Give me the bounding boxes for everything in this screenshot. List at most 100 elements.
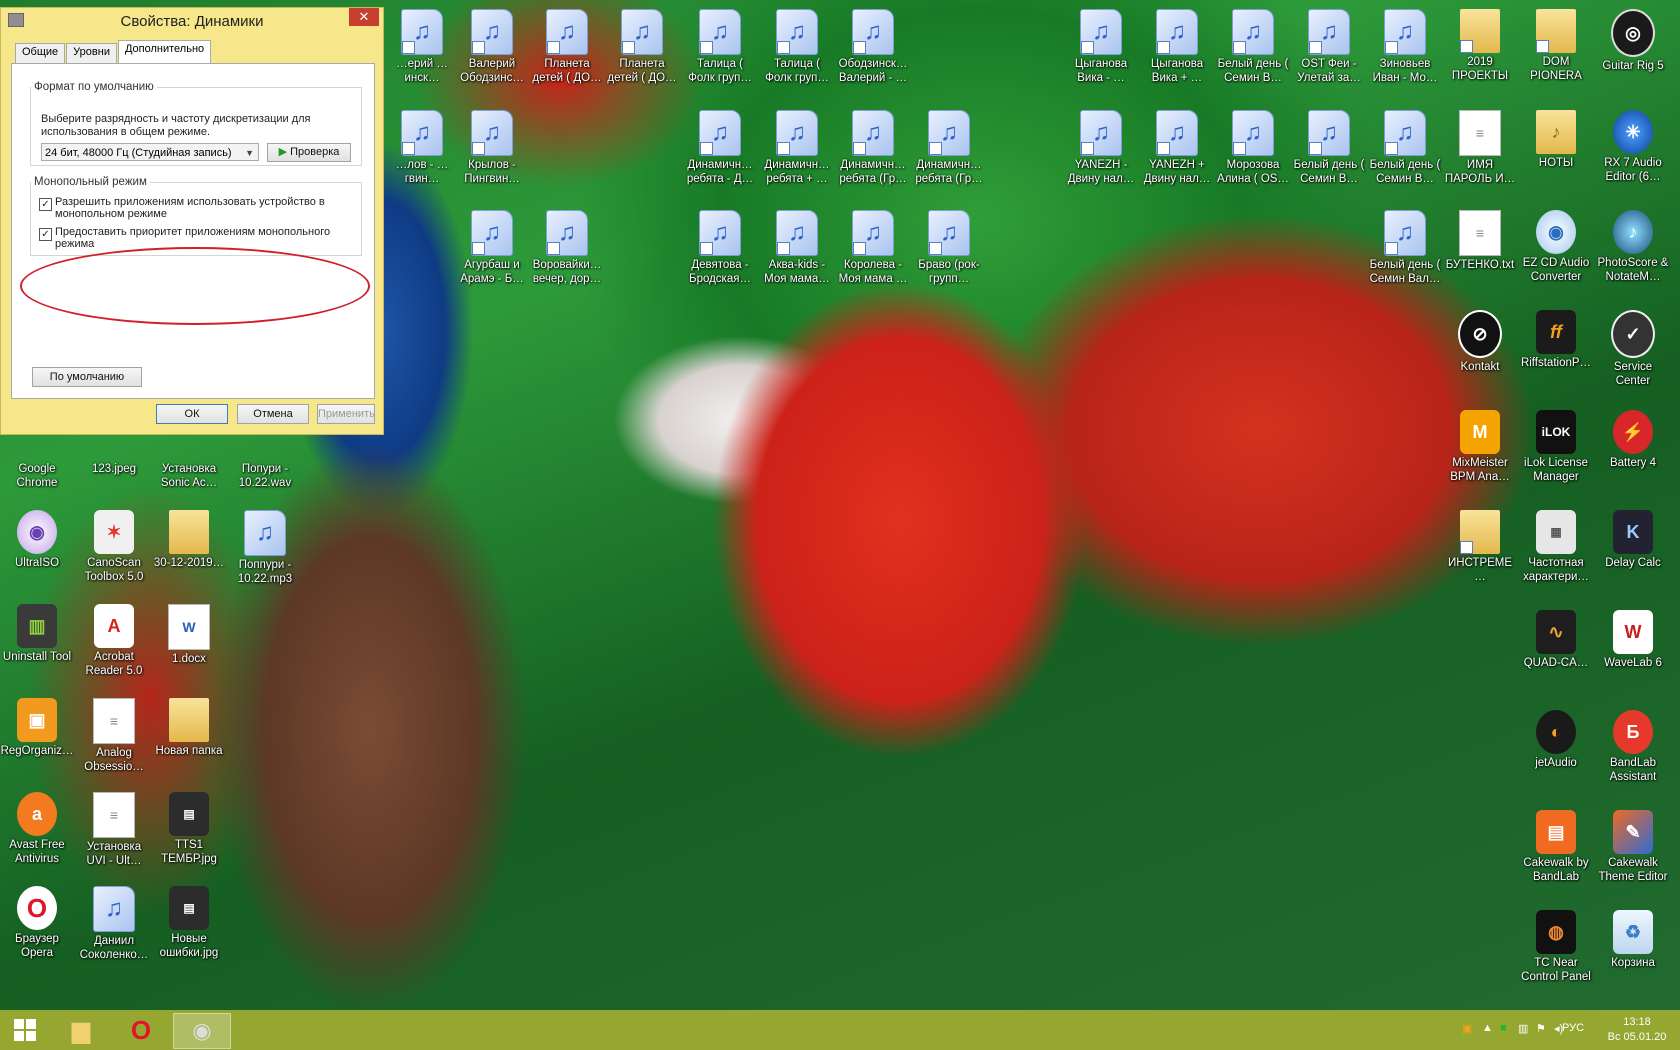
desktop-icon-talica-1[interactable]: ♫ Талица ( Фолк груп… <box>683 5 757 95</box>
desktop-icon-yanezh-1[interactable]: ♫ YANEZH - Двину нал… <box>1064 106 1138 196</box>
desktop-icon-ilok[interactable]: iLOK iLok License Manager <box>1519 406 1593 496</box>
desktop-icon-opera[interactable]: O Браузер Opera <box>0 882 74 972</box>
desktop-icon-planeta-1[interactable]: ♫ Планета детей ( ДО… <box>530 5 604 95</box>
desktop-icon-tts1[interactable]: ▤ TTS1 ТЕМБР.jpg <box>152 788 226 878</box>
desktop-icon-koroleva[interactable]: ♫ Королева - Моя мама … <box>836 206 910 296</box>
desktop-icon-tsyganova-1[interactable]: ♫ Цыганова Вика - … <box>1064 5 1138 95</box>
tray-app-icon[interactable]: ▣ <box>1462 1022 1472 1035</box>
format-select[interactable]: 24 бит, 48000 Гц (Студийная запись) ▼ <box>41 143 259 161</box>
desktop-icon-uvi[interactable]: ≡ Установка UVI - Ult… <box>77 788 151 878</box>
allow-exclusive-checkbox[interactable]: ✓ <box>39 198 52 211</box>
desktop-icon-imya-parol[interactable]: ≡ ИМЯ ПАРОЛЬ И… <box>1443 106 1517 196</box>
desktop-icon-recycle-bin[interactable]: ♻ Корзина <box>1596 906 1670 996</box>
desktop-icon-2019-proekty[interactable]: 2019 ПРОЕКТЫ <box>1443 5 1517 95</box>
desktop-icon-novaya-papka[interactable]: Новая папка <box>152 694 226 784</box>
audio-file-icon: ♫ <box>471 210 513 256</box>
priority-exclusive-checkbox[interactable]: ✓ <box>39 228 52 241</box>
desktop-icon-obodzinsk[interactable]: ♫ Ободзинск… Валерий - … <box>836 5 910 95</box>
desktop-icon-zinovev[interactable]: ♫ Зиновьев Иван - Мо… <box>1368 5 1442 95</box>
desktop-icon-ost-fei[interactable]: ♫ OST Феи - Улетай за… <box>1292 5 1366 95</box>
default-format-group: Формат по умолчанию Выберите разрядность… <box>30 81 362 166</box>
desktop-icon-dinamichnye-2[interactable]: ♫ Динамичн… ребята + … <box>760 106 834 196</box>
taskbar-file-explorer[interactable]: ▆ <box>53 1013 109 1047</box>
desktop-icon-uninstall-tool[interactable]: ▥ Uninstall Tool <box>0 600 74 690</box>
desktop-icon-belyy-den-1[interactable]: ♫ Белый день ( Семин В… <box>1216 5 1290 95</box>
desktop-icon-ez-cd[interactable]: ◉ EZ CD Audio Converter <box>1519 206 1593 296</box>
desktop-icon-regorganizer[interactable]: ▣ RegOrganiz… <box>0 694 74 784</box>
desktop-icon-delay-calc[interactable]: K Delay Calc <box>1596 506 1670 596</box>
clock[interactable]: 13:18 Вс 05.01.20 <box>1600 1015 1674 1045</box>
desktop-icon-talica-2[interactable]: ♫ Талица ( Фолк груп… <box>760 5 834 95</box>
desktop-icon-planeta-2[interactable]: ♫ Планета детей ( ДО… <box>605 5 679 95</box>
desktop-icon-mixmeister[interactable]: M MixMeister BPM Ana… <box>1443 406 1517 496</box>
desktop-icon-poppuri-mp3[interactable]: ♫ Поппури - 10.22.mp3 <box>228 506 302 596</box>
desktop-icon-agurbash[interactable]: ♫ Агурбаш и Арамэ - Б… <box>455 206 529 296</box>
cancel-button[interactable]: Отмена <box>237 404 309 424</box>
ok-button[interactable]: ОК <box>156 404 228 424</box>
desktop-icon-chastotnaya[interactable]: ▦ Частотная характери… <box>1519 506 1593 596</box>
language-indicator[interactable]: РУС <box>1562 1022 1584 1034</box>
desktop-icon-rx7[interactable]: ✳ RX 7 Audio Editor (6… <box>1596 106 1670 196</box>
restore-defaults-button[interactable]: По умолчанию <box>32 367 142 387</box>
desktop-icon-riffstation[interactable]: ff RiffstationP… <box>1519 306 1593 396</box>
desktop-icon-yanezh-2[interactable]: ♫ YANEZH + Двину нал… <box>1140 106 1214 196</box>
desktop-icon-valeriy-1[interactable]: ♫ …ерий …инск… <box>385 5 459 95</box>
desktop-icon-service-center[interactable]: ✓ Service Center <box>1596 306 1670 396</box>
desktop-icon-analog-obsession[interactable]: ≡ Analog Obsessio… <box>77 694 151 784</box>
desktop-icon-devyatova[interactable]: ♫ Девятова - Бродская… <box>683 206 757 296</box>
desktop-icon-dinamichnye-3[interactable]: ♫ Динамичн… ребята (Гр… <box>836 106 910 196</box>
text-file-icon: ≡ <box>1459 210 1501 256</box>
desktop-icon-butenko[interactable]: ≡ БУТЕНКО.txt <box>1443 206 1517 296</box>
tab-advanced[interactable]: Дополнительно <box>117 40 212 63</box>
tray-chevron-up-icon[interactable]: ▲ <box>1482 1022 1493 1034</box>
desktop-icon-battery4[interactable]: ⚡ Battery 4 <box>1596 406 1670 496</box>
desktop-icon-krylov-1[interactable]: ♫ …лов - …гвин… <box>385 106 459 196</box>
desktop-icon-belyy-den-2[interactable]: ♫ Белый день ( Семин В… <box>1292 106 1366 196</box>
desktop-icon-cakewalk[interactable]: ▤ Cakewalk by BandLab <box>1519 806 1593 896</box>
desktop-icon-canoscan[interactable]: ✶ CanoScan Toolbox 5.0 <box>77 506 151 596</box>
desktop-icon-jetaudio[interactable]: ◐ jetAudio <box>1519 706 1593 796</box>
desktop-icon-bandlab[interactable]: Б BandLab Assistant <box>1596 706 1670 796</box>
tray-nvidia-icon[interactable]: ■ <box>1500 1022 1507 1034</box>
desktop-icon-kontakt[interactable]: ⊘ Kontakt <box>1443 306 1517 396</box>
desktop-icon-belyy-den-3[interactable]: ♫ Белый день ( Семин В… <box>1368 106 1442 196</box>
desktop-icon-cakewalk-theme[interactable]: ✎ Cakewalk Theme Editor <box>1596 806 1670 896</box>
desktop-icon-quad-capture[interactable]: ∿ QUAD-CA… <box>1519 606 1593 696</box>
desktop-icon-dinamichnye-4[interactable]: ♫ Динамичн… ребята (Гр… <box>912 106 986 196</box>
desktop-icon-noty[interactable]: ♪ НОТЫ <box>1519 106 1593 196</box>
desktop-icon-bravo[interactable]: ♫ Браво (рок-групп… <box>912 206 986 296</box>
desktop-icon-akva-kids[interactable]: ♫ Аква-kids - Моя мама… <box>760 206 834 296</box>
desktop-icon-avast[interactable]: a Avast Free Antivirus <box>0 788 74 878</box>
desktop-icon-wavelab[interactable]: W WaveLab 6 <box>1596 606 1670 696</box>
desktop-icon-tc-near[interactable]: ◍ TC Near Control Panel <box>1519 906 1593 996</box>
desktop-icon-30-12-2019[interactable]: 30-12-2019… <box>152 506 226 596</box>
taskbar-sound-settings[interactable]: ◉ <box>173 1013 231 1049</box>
start-button[interactable] <box>0 1013 50 1047</box>
desktop-icon-vorovayki[interactable]: ♫ Воровайки… вечер, дор… <box>530 206 604 296</box>
desktop-icon-daniil[interactable]: ♫ Даниил Соколенко… <box>77 882 151 972</box>
tray-network-icon[interactable]: ▥ <box>1518 1022 1528 1035</box>
dialog-titlebar[interactable]: Свойства: Динамики ✕ <box>1 8 383 34</box>
tray-flag-icon[interactable]: ⚑ <box>1536 1022 1546 1035</box>
tab-levels[interactable]: Уровни <box>66 43 117 63</box>
tab-general[interactable]: Общие <box>15 43 66 63</box>
desktop-icon-morozova[interactable]: ♫ Морозова Алина ( OS… <box>1216 106 1290 196</box>
close-button[interactable]: ✕ <box>349 8 379 26</box>
desktop-icon-tsyganova-2[interactable]: ♫ Цыганова Вика + … <box>1140 5 1214 95</box>
allow-exclusive-checkbox-row[interactable]: ✓ Разрешить приложениям использовать уст… <box>39 196 339 220</box>
desktop-icon-guitar-rig[interactable]: ◎ Guitar Rig 5 <box>1596 5 1670 95</box>
desktop-icon-dinamichnye-1[interactable]: ♫ Динамичн… ребята - Д… <box>683 106 757 196</box>
desktop-icon-dom-pionera[interactable]: DOM PIONERA <box>1519 5 1593 95</box>
desktop-icon-novye-oshibki[interactable]: ▤ Новые ошибки.jpg <box>152 882 226 972</box>
apply-button[interactable]: Применить <box>317 404 375 424</box>
desktop-icon-instrementy[interactable]: ИНСТРЕМЕ… <box>1443 506 1517 596</box>
desktop-icon-krylov-2[interactable]: ♫ Крылов - Пингвин… <box>455 106 529 196</box>
desktop-icon-belyy-den-4[interactable]: ♫ Белый день ( Семин Вал… <box>1368 206 1442 296</box>
desktop-icon-ultraiso[interactable]: ◉ UltraISO <box>0 506 74 596</box>
desktop-icon-photoscore[interactable]: ♪ PhotoScore & NotateM… <box>1596 206 1670 296</box>
desktop-icon-valeriy-2[interactable]: ♫ Валерий Ободзинс… <box>455 5 529 95</box>
taskbar-opera[interactable]: O <box>113 1013 169 1047</box>
desktop-icon-1-docx[interactable]: W 1.docx <box>152 600 226 690</box>
test-button[interactable]: ▶ Проверка <box>267 143 351 162</box>
desktop-icon-acrobat[interactable]: A Acrobat Reader 5.0 <box>77 600 151 690</box>
